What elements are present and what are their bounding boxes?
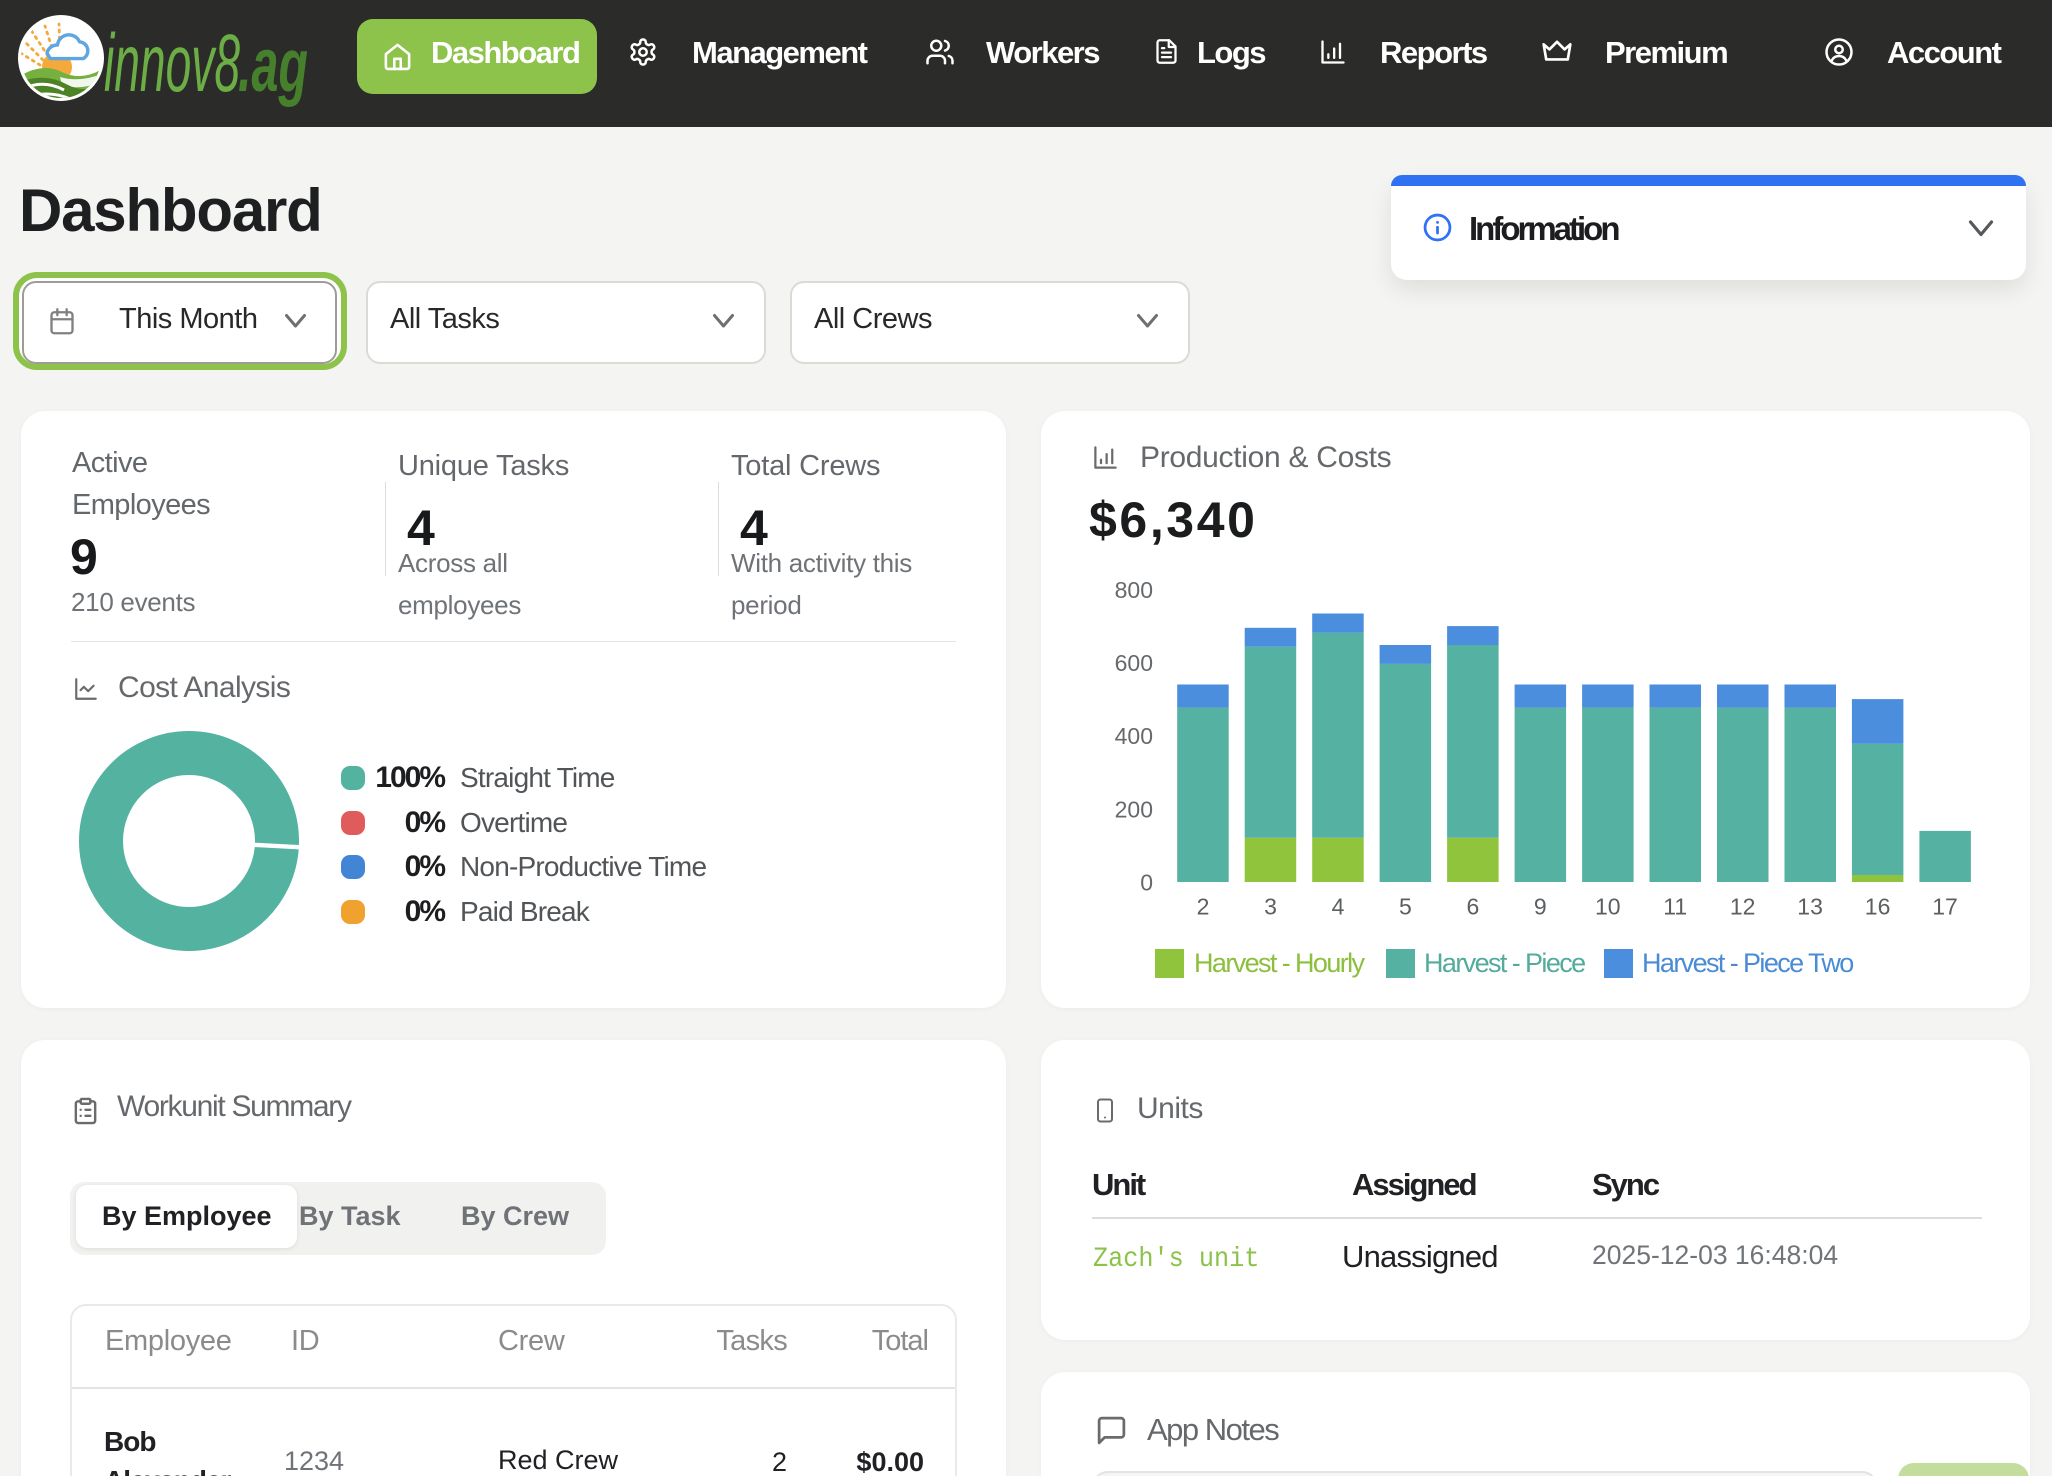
svg-text:Harvest - Piece: Harvest - Piece [1424, 948, 1585, 978]
svg-text:800: 800 [1115, 577, 1153, 603]
svg-text:11: 11 [1663, 894, 1687, 920]
svg-text:16: 16 [1865, 894, 1891, 920]
svg-text:400: 400 [1115, 723, 1153, 749]
svg-text:9: 9 [1534, 894, 1547, 920]
svg-text:600: 600 [1115, 650, 1153, 676]
svg-text:.ag: .ag [238, 23, 308, 108]
svg-text:6: 6 [1467, 894, 1480, 920]
svg-text:3: 3 [1264, 894, 1277, 920]
svg-text:10: 10 [1595, 894, 1621, 920]
svg-text:2: 2 [1197, 894, 1210, 920]
svg-text:12: 12 [1730, 894, 1756, 920]
svg-text:5: 5 [1399, 894, 1412, 920]
svg-text:Harvest - Hourly: Harvest - Hourly [1194, 948, 1366, 978]
svg-text:17: 17 [1932, 894, 1958, 920]
svg-text:13: 13 [1797, 894, 1823, 920]
svg-text:innov8: innov8 [104, 18, 240, 108]
svg-text:Harvest - Piece Two: Harvest - Piece Two [1642, 948, 1853, 978]
svg-text:4: 4 [1332, 894, 1345, 920]
svg-text:200: 200 [1115, 796, 1153, 822]
svg-text:0: 0 [1140, 869, 1153, 895]
